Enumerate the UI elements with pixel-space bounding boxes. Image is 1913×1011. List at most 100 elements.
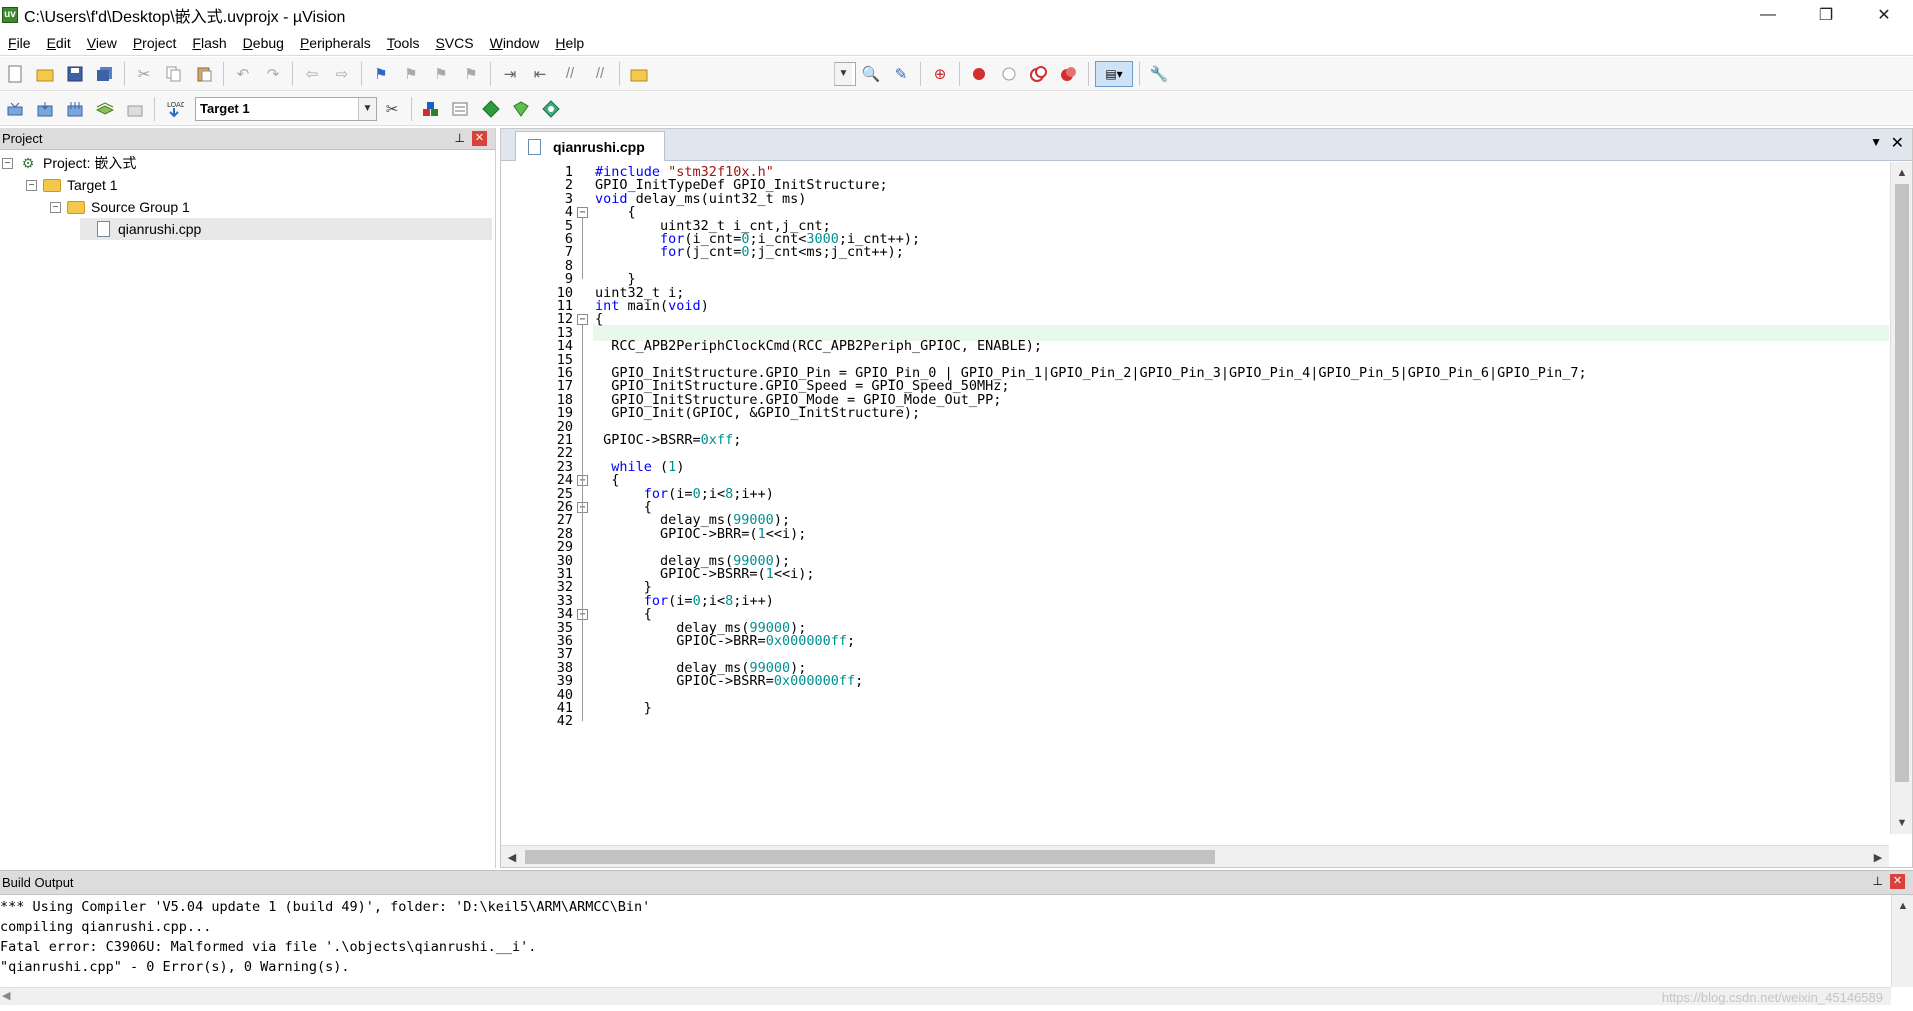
tree-item-file[interactable]: qianrushi.cpp bbox=[80, 218, 492, 240]
select-packs-icon[interactable] bbox=[448, 96, 474, 122]
build-output-horizontal-scrollbar[interactable]: ◀ bbox=[0, 987, 1891, 1005]
file-icon bbox=[528, 138, 541, 155]
scrollbar-thumb[interactable] bbox=[1895, 184, 1909, 782]
manage-project-items-icon[interactable] bbox=[418, 96, 444, 122]
new-file-icon[interactable] bbox=[2, 61, 28, 87]
menu-window[interactable]: Window bbox=[482, 35, 548, 51]
options-for-target-icon[interactable]: ✂ bbox=[379, 96, 405, 122]
insert-breakpoint-icon[interactable] bbox=[966, 61, 992, 87]
translate-icon[interactable] bbox=[2, 96, 28, 122]
target-select[interactable]: Target 1 ▼ bbox=[195, 96, 377, 121]
close-tab-icon[interactable]: ✕ bbox=[1891, 133, 1904, 153]
tree-item-target[interactable]: − Target 1 bbox=[26, 174, 118, 196]
bookmark-toggle-icon[interactable]: ⚑ bbox=[368, 61, 394, 87]
tree-item-source-group-label: Source Group 1 bbox=[91, 199, 190, 215]
save-all-icon[interactable] bbox=[92, 61, 118, 87]
window-layout-icon[interactable]: ▤▾ bbox=[1095, 60, 1133, 87]
chevron-down-icon[interactable]: ▼ bbox=[358, 97, 376, 120]
scroll-up-icon[interactable]: ▲ bbox=[1891, 162, 1913, 184]
fold-guide bbox=[582, 620, 583, 722]
scroll-up-icon[interactable]: ▲ bbox=[1892, 895, 1913, 917]
fold-collapse-icon[interactable]: − bbox=[577, 314, 588, 326]
project-window: Project ⊥ ✕ − ⚙ Project: 嵌入式 − Target 1 … bbox=[0, 128, 496, 868]
code-editor[interactable]: 1 #include "stm32f10x.h" 2 GPIO_InitTypeDef… bbox=[501, 162, 1889, 834]
close-window-button[interactable]: ✕ bbox=[1855, 0, 1913, 30]
scroll-left-icon[interactable]: ◀ bbox=[2, 989, 10, 1002]
find-icon[interactable]: 🔍 bbox=[858, 61, 884, 87]
menu-flash[interactable]: Flash bbox=[184, 35, 234, 51]
pack-installer-icon[interactable] bbox=[508, 96, 534, 122]
minimize-button[interactable]: — bbox=[1739, 0, 1797, 30]
menu-svcs[interactable]: SVCS bbox=[427, 35, 481, 51]
find-combo[interactable]: ▼ bbox=[834, 61, 856, 86]
stop-build-icon[interactable] bbox=[122, 96, 148, 122]
save-icon[interactable] bbox=[62, 61, 88, 87]
menu-project[interactable]: Project bbox=[125, 35, 185, 51]
unindent-icon[interactable]: ⇤ bbox=[527, 61, 553, 87]
bookmark-previous-icon[interactable]: ⚑ bbox=[398, 61, 424, 87]
toolbar-separator bbox=[154, 96, 155, 121]
editor-vertical-scrollbar[interactable]: ▲ ▼ bbox=[1890, 162, 1912, 834]
rebuild-icon[interactable] bbox=[62, 96, 88, 122]
undo-icon[interactable]: ↶ bbox=[230, 61, 256, 87]
tab-qianrushi-cpp[interactable]: qianrushi.cpp bbox=[515, 131, 665, 161]
enable-breakpoint-icon[interactable] bbox=[996, 61, 1022, 87]
tree-item-project-label: Project: 嵌入式 bbox=[43, 155, 137, 171]
close-icon[interactable]: ✕ bbox=[472, 131, 487, 146]
collapse-icon[interactable]: − bbox=[26, 179, 37, 191]
build-output-vertical-scrollbar[interactable]: ▲ bbox=[1891, 895, 1913, 987]
toolbar-separator bbox=[1088, 61, 1089, 86]
build-icon[interactable] bbox=[32, 96, 58, 122]
debug-session-icon[interactable]: ⊕ bbox=[927, 61, 953, 87]
close-icon[interactable]: ✕ bbox=[1890, 874, 1905, 889]
comment-icon[interactable]: // bbox=[557, 61, 583, 87]
software-packs-icon[interactable] bbox=[538, 96, 564, 122]
tab-list-dropdown-icon[interactable]: ▼ bbox=[1870, 135, 1882, 149]
download-load-icon[interactable]: LOAD bbox=[161, 96, 187, 122]
tree-item-project[interactable]: − ⚙ Project: 嵌入式 bbox=[2, 152, 136, 174]
scroll-left-icon[interactable]: ◀ bbox=[501, 846, 523, 868]
bookmark-clear-icon[interactable]: ⚑ bbox=[458, 61, 484, 87]
redo-icon[interactable]: ↷ bbox=[260, 61, 286, 87]
editor-horizontal-scrollbar[interactable]: ◀ ▶ bbox=[501, 845, 1889, 867]
chevron-down-icon[interactable]: ▼ bbox=[834, 62, 852, 85]
menu-tools[interactable]: Tools bbox=[379, 35, 428, 51]
indent-icon[interactable]: ⇥ bbox=[497, 61, 523, 87]
build-output-header: Build Output ⊥ ✕ bbox=[0, 871, 1913, 895]
menu-edit[interactable]: Edit bbox=[39, 35, 79, 51]
menu-help[interactable]: Help bbox=[547, 35, 592, 51]
menu-debug[interactable]: Debug bbox=[235, 35, 292, 51]
scroll-down-icon[interactable]: ▼ bbox=[1891, 812, 1913, 834]
find-in-files-icon[interactable] bbox=[626, 61, 652, 87]
fold-guide bbox=[582, 513, 583, 588]
collapse-icon[interactable]: − bbox=[2, 157, 13, 169]
incremental-find-icon[interactable]: ✎ bbox=[888, 61, 914, 87]
scrollbar-thumb[interactable] bbox=[525, 850, 1215, 864]
restore-button[interactable]: ❐ bbox=[1797, 0, 1855, 30]
pin-icon[interactable]: ⊥ bbox=[1873, 874, 1883, 888]
fold-collapse-icon[interactable]: − bbox=[577, 207, 588, 219]
menu-view[interactable]: View bbox=[79, 35, 125, 51]
toolbar-separator bbox=[1139, 61, 1140, 86]
collapse-icon[interactable]: − bbox=[50, 201, 61, 213]
scroll-right-icon[interactable]: ▶ bbox=[1867, 846, 1889, 868]
bookmark-next-icon[interactable]: ⚑ bbox=[428, 61, 454, 87]
batch-build-icon[interactable] bbox=[92, 96, 118, 122]
open-folder-icon[interactable] bbox=[32, 61, 58, 87]
title-bar: uv C:\Users\f'd\Desktop\嵌入式.uvprojx - µV… bbox=[0, 0, 1913, 30]
code-line[interactable]: 42 bbox=[501, 713, 1889, 729]
navigate-back-icon[interactable]: ⇦ bbox=[299, 61, 325, 87]
menu-file[interactable]: File bbox=[0, 35, 39, 51]
paste-icon[interactable] bbox=[191, 61, 217, 87]
menu-peripherals[interactable]: Peripherals bbox=[292, 35, 379, 51]
kill-all-breakpoints-icon[interactable] bbox=[1056, 61, 1082, 87]
cut-icon[interactable]: ✂ bbox=[131, 61, 157, 87]
uncomment-icon[interactable]: // bbox=[587, 61, 613, 87]
navigate-forward-icon[interactable]: ⇨ bbox=[329, 61, 355, 87]
copy-icon[interactable] bbox=[161, 61, 187, 87]
configure-wrench-icon[interactable]: 🔧 bbox=[1146, 61, 1172, 87]
tree-item-source-group[interactable]: − Source Group 1 bbox=[50, 196, 190, 218]
pin-icon[interactable]: ⊥ bbox=[455, 131, 465, 145]
disable-all-breakpoints-icon[interactable] bbox=[1026, 61, 1052, 87]
manage-run-time-environment-icon[interactable] bbox=[478, 96, 504, 122]
